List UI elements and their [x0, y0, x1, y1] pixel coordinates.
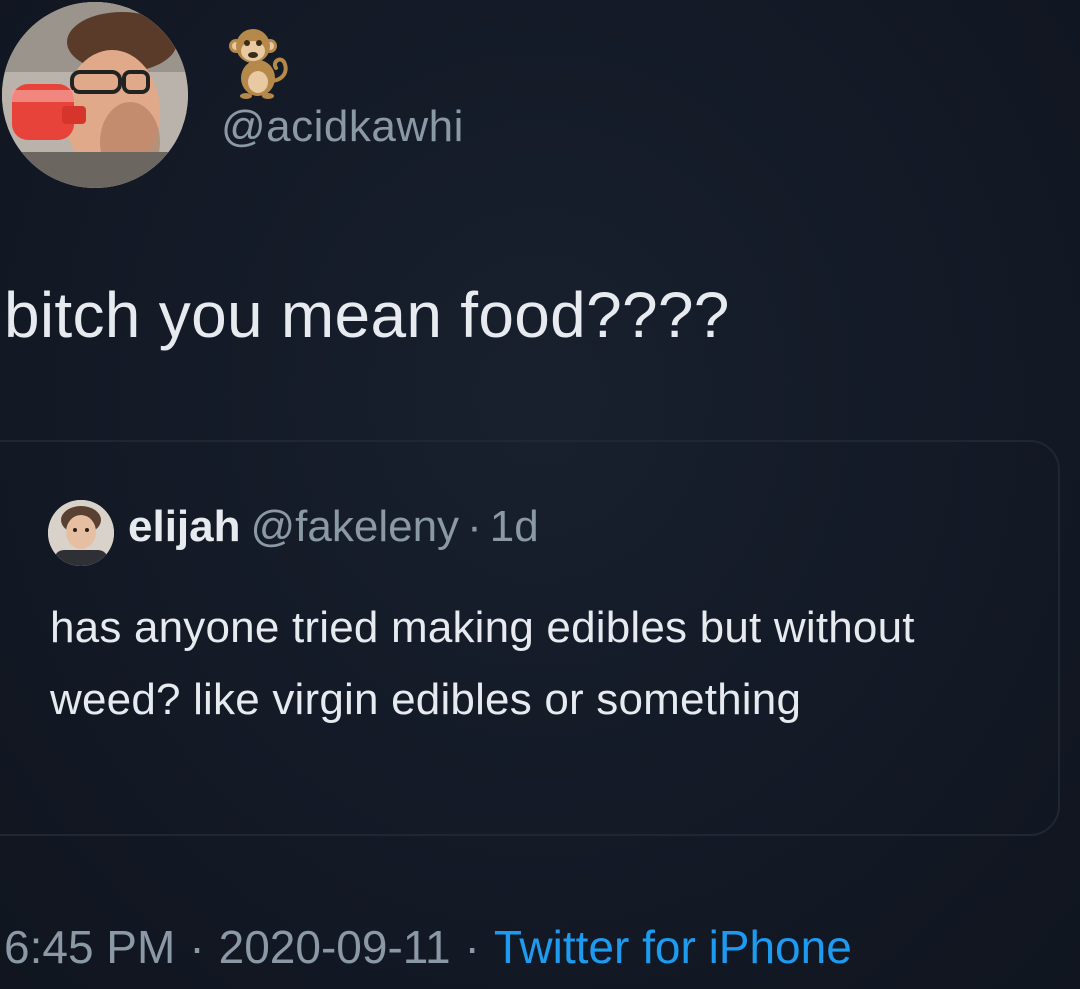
quoted-tweet-header: elijah @fakeleny · 1d [128, 502, 539, 552]
footer-separator: · [464, 921, 480, 973]
tweet-date[interactable]: 2020-09-11 [219, 921, 451, 973]
quoted-separator: · [467, 502, 482, 551]
tweet-text: bitch you mean food???? [4, 279, 730, 351]
quoted-timestamp[interactable]: 1d [490, 502, 539, 551]
author-handle[interactable]: @acidkawhi [221, 102, 464, 152]
tweet: @acidkawhi bitch you mean food???? elija… [0, 0, 1080, 989]
quoted-author-name[interactable]: elijah [128, 502, 241, 551]
quoted-author-avatar[interactable] [48, 500, 114, 566]
tweet-source-link[interactable]: Twitter for iPhone [494, 921, 852, 973]
tweet-footer: 6:45 PM · 2020-09-11 · Twitter for iPhone [4, 920, 852, 974]
tweet-time[interactable]: 6:45 PM [4, 921, 175, 973]
quoted-author-handle[interactable]: @fakeleny [251, 502, 460, 551]
quoted-tweet-text: has anyone tried making edibles but with… [50, 603, 915, 724]
monkey-emoji-icon [224, 22, 294, 100]
author-avatar[interactable] [2, 2, 188, 188]
footer-separator: · [189, 921, 205, 973]
